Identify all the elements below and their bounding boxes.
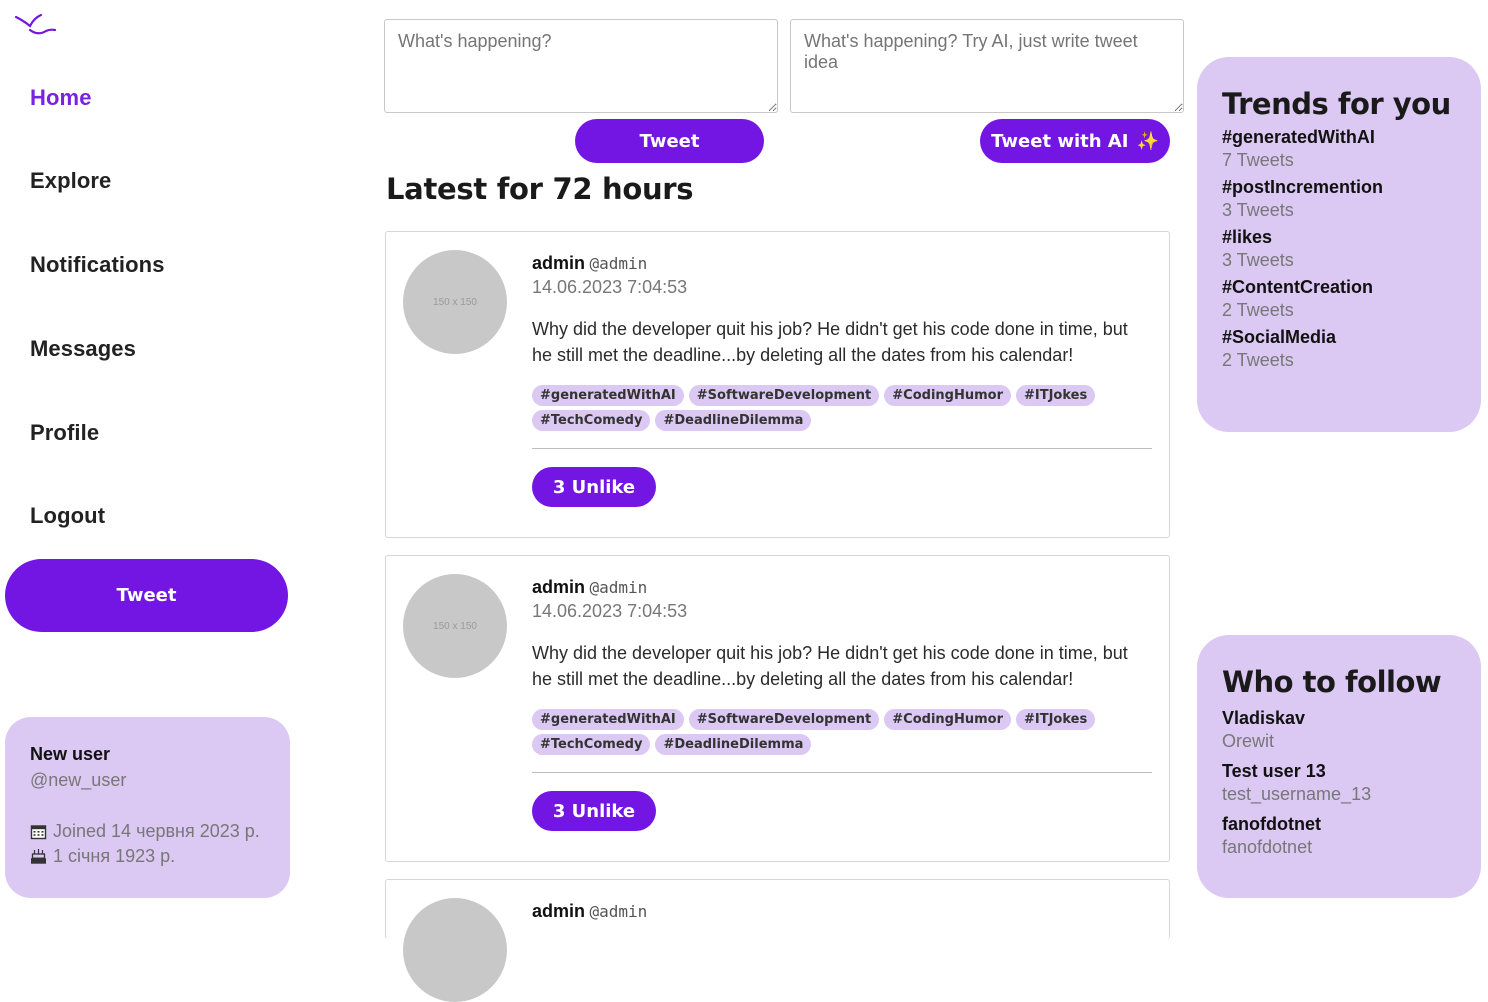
hashtag[interactable]: #CodingHumor (884, 709, 1011, 730)
hashtag[interactable]: #ITJokes (1016, 709, 1096, 730)
trend-count: 3 Tweets (1222, 200, 1294, 220)
trend-count: 2 Tweets (1222, 300, 1294, 320)
tweet-compose-input[interactable] (384, 19, 778, 113)
tweet-with-ai-button[interactable]: Tweet with AI ✨ (980, 119, 1170, 163)
tweet-author-handle[interactable]: @admin (589, 902, 647, 921)
current-user-card: New user @new_user Joined 14 червня 2023… (5, 717, 290, 898)
avatar-placeholder-label: 150 x 150 (433, 620, 477, 632)
who-to-follow-panel: Who to follow Vladiskav Orewit Test user… (1197, 635, 1481, 898)
sparkles-icon: ✨ (1136, 130, 1159, 152)
follow-suggestion[interactable]: Test user 13 test_username_13 (1222, 761, 1456, 805)
ai-tweet-idea-input[interactable] (790, 19, 1184, 113)
suggested-user-name: Test user 13 (1222, 761, 1326, 781)
who-to-follow-title: Who to follow (1222, 665, 1442, 699)
trend-hashtag: #likes (1222, 227, 1273, 247)
trend-item[interactable]: #SocialMedia 2 Tweets (1222, 327, 1456, 371)
hashtag[interactable]: #TechComedy (532, 410, 651, 431)
user-name: New user (30, 744, 111, 764)
tweet-text: Why did the developer quit his job? He d… (532, 319, 1128, 365)
tweet-date: 14.06.2023 7:04:53 (532, 277, 688, 297)
tweet-author-name[interactable]: admin (532, 901, 585, 921)
tweet-text: Why did the developer quit his job? He d… (532, 643, 1128, 689)
trend-count: 7 Tweets (1222, 150, 1294, 170)
trend-item[interactable]: #postIncremention 3 Tweets (1222, 177, 1456, 221)
tweet-card: admin @admin (385, 879, 1170, 1002)
unlike-button[interactable]: 3 Unlike (532, 467, 656, 507)
tweet-author-handle[interactable]: @admin (589, 254, 647, 273)
user-joined-date: Joined 14 червня 2023 р. (53, 821, 260, 841)
suggested-username: fanofdotnet (1222, 837, 1313, 857)
trend-item[interactable]: #generatedWithAI 7 Tweets (1222, 127, 1456, 171)
trend-hashtag: #ContentCreation (1222, 277, 1374, 297)
trends-panel: Trends for you #generatedWithAI 7 Tweets… (1197, 57, 1481, 432)
unlike-button[interactable]: 3 Unlike (532, 791, 656, 831)
suggested-user-name: fanofdotnet (1222, 814, 1321, 834)
suggested-username: Orewit (1222, 731, 1275, 751)
tweet-divider (532, 448, 1152, 449)
avatar[interactable]: 150 x 150 (403, 250, 507, 354)
hashtag[interactable]: #generatedWithAI (532, 709, 684, 730)
tweet-divider (532, 772, 1152, 773)
tweet-author-name[interactable]: admin (532, 577, 585, 597)
user-birthday-row: 1 січня 1923 р. (30, 846, 265, 867)
nav-explore[interactable]: Explore (30, 168, 111, 194)
bird-logo-icon[interactable] (14, 12, 58, 42)
user-handle: @new_user (30, 770, 127, 790)
trend-hashtag: #generatedWithAI (1222, 127, 1375, 147)
birthday-cake-icon (30, 848, 47, 865)
trend-count: 2 Tweets (1222, 350, 1294, 370)
tweet-card: 150 x 150 admin @admin 14.06.2023 7:04:5… (385, 231, 1170, 538)
trend-count: 3 Tweets (1222, 250, 1294, 270)
tweet-tags: #generatedWithAI #SoftwareDevelopment #C… (532, 385, 1144, 431)
tweet-tags: #generatedWithAI #SoftwareDevelopment #C… (532, 709, 1144, 755)
nav-notifications[interactable]: Notifications (30, 252, 165, 278)
hashtag[interactable]: #generatedWithAI (532, 385, 684, 406)
user-joined-row: Joined 14 червня 2023 р. (30, 821, 265, 842)
hashtag[interactable]: #CodingHumor (884, 385, 1011, 406)
nav-messages[interactable]: Messages (30, 336, 136, 362)
avatar[interactable] (403, 898, 507, 1002)
trend-item[interactable]: #likes 3 Tweets (1222, 227, 1456, 271)
user-birthday: 1 січня 1923 р. (53, 846, 176, 866)
hashtag[interactable]: #DeadlineDilemma (655, 410, 812, 431)
feed-title: Latest for 72 hours (386, 172, 694, 206)
hashtag[interactable]: #DeadlineDilemma (655, 734, 812, 755)
hashtag[interactable]: #ITJokes (1016, 385, 1096, 406)
trends-title: Trends for you (1222, 87, 1451, 121)
nav-logout[interactable]: Logout (30, 503, 105, 529)
tweet-with-ai-label: Tweet with AI (991, 130, 1129, 152)
follow-suggestion[interactable]: fanofdotnet fanofdotnet (1222, 814, 1456, 858)
avatar[interactable]: 150 x 150 (403, 574, 507, 678)
hashtag[interactable]: #SoftwareDevelopment (688, 709, 880, 730)
trend-hashtag: #SocialMedia (1222, 327, 1337, 347)
trend-item[interactable]: #ContentCreation 2 Tweets (1222, 277, 1456, 321)
sidebar-tweet-button[interactable]: Tweet (5, 559, 288, 632)
hashtag[interactable]: #SoftwareDevelopment (688, 385, 880, 406)
calendar-icon (30, 823, 47, 840)
hashtag[interactable]: #TechComedy (532, 734, 651, 755)
trend-hashtag: #postIncremention (1222, 177, 1384, 197)
nav-profile[interactable]: Profile (30, 420, 99, 446)
tweet-button[interactable]: Tweet (575, 119, 764, 163)
nav-home[interactable]: Home (30, 85, 92, 111)
suggested-user-name: Vladiskav (1222, 708, 1306, 728)
tweet-card: 150 x 150 admin @admin 14.06.2023 7:04:5… (385, 555, 1170, 862)
tweet-author-handle[interactable]: @admin (589, 578, 647, 597)
tweet-author-name[interactable]: admin (532, 253, 585, 273)
follow-suggestion[interactable]: Vladiskav Orewit (1222, 708, 1456, 752)
avatar-placeholder-label: 150 x 150 (433, 296, 477, 308)
suggested-username: test_username_13 (1222, 784, 1372, 804)
tweet-date: 14.06.2023 7:04:53 (532, 601, 688, 621)
